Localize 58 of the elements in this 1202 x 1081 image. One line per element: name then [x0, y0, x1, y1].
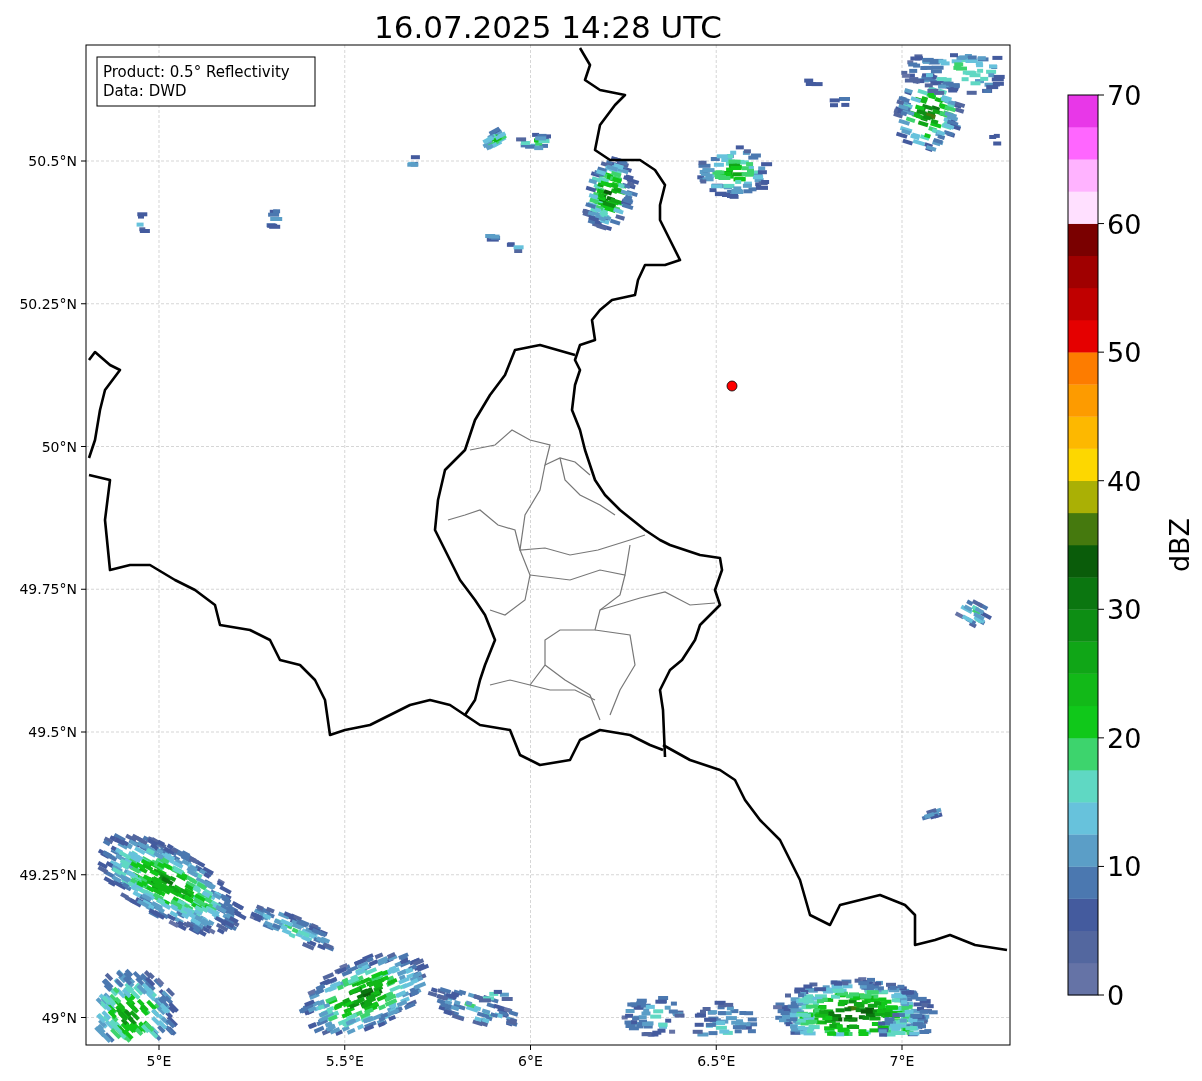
y-tick-label: 49.75°N	[19, 581, 77, 598]
tick-mark	[80, 731, 87, 733]
radar-echo-drawing	[954, 599, 992, 629]
colorbar-tick-label: 60	[1107, 208, 1142, 240]
tick-mark	[158, 1044, 160, 1051]
colorbar-tick-label: 70	[1107, 80, 1142, 111]
tick-mark	[715, 1044, 717, 1051]
radar-echo-drawing	[804, 78, 823, 87]
radar-site-marker	[726, 380, 738, 392]
x-tick-label: 5.5°E	[325, 1053, 364, 1069]
colorbar-tick-label: 30	[1107, 594, 1142, 626]
y-tick-label: 49.25°N	[19, 866, 77, 883]
tick-mark	[1097, 351, 1105, 353]
tick-mark	[80, 588, 87, 590]
y-tick-label: 50.5°N	[28, 153, 77, 169]
tick-mark	[80, 160, 87, 162]
colorbar-tick-label: 10	[1107, 851, 1142, 883]
y-tick-label: 49°N	[41, 1009, 77, 1026]
x-tick-label: 6.5°E	[697, 1053, 736, 1069]
tick-mark	[1097, 994, 1105, 996]
radar-echo-drawing	[829, 97, 850, 108]
tick-mark	[1097, 865, 1105, 867]
tick-mark	[1097, 608, 1105, 610]
y-tick-label: 50°N	[41, 438, 77, 455]
radar-echo-drawing	[692, 1000, 758, 1037]
tick-mark	[80, 1017, 87, 1018]
y-tick-label: 49.5°N	[28, 724, 77, 740]
x-tick-label: 6°E	[518, 1053, 543, 1069]
radar-echo-drawing	[621, 996, 685, 1037]
colorbar-tick-label: 40	[1107, 465, 1142, 497]
x-tick-label: 7°E	[889, 1053, 915, 1069]
legend-text: Data: DWD	[103, 82, 187, 100]
radar-echo-drawing	[485, 234, 501, 242]
radar-echo-drawing	[921, 807, 943, 821]
chart-title: 16.07.2025 14:28 UTC	[374, 9, 722, 45]
colorbar-label: dBZ	[1164, 517, 1195, 573]
tick-mark	[344, 1044, 346, 1051]
tick-mark	[80, 303, 87, 305]
radar-echo-drawing	[407, 155, 420, 167]
colorbar-tick-label: 0	[1107, 980, 1125, 1011]
y-tick-label: 50.25°N	[19, 295, 77, 312]
tick-mark	[1097, 480, 1105, 482]
radar-echo-drawing	[506, 242, 524, 253]
radar-echo-drawing	[516, 132, 551, 151]
tick-mark	[901, 1044, 903, 1051]
radar-echo-drawing	[266, 209, 283, 229]
tick-mark	[1097, 94, 1105, 96]
tick-mark	[80, 874, 87, 876]
x-tick-label: 5°E	[146, 1053, 172, 1069]
legend-text: Product: 0.5° Reflectivity	[103, 63, 290, 81]
radar-echo-drawing	[136, 212, 150, 233]
tick-mark	[80, 446, 87, 447]
colorbar-tick-label: 50	[1107, 337, 1142, 369]
colorbar-tick-label: 20	[1107, 722, 1142, 754]
tick-mark	[1097, 223, 1105, 225]
tick-mark	[530, 1044, 531, 1051]
radar-echo-drawing	[482, 126, 507, 151]
tick-mark	[1097, 737, 1105, 739]
